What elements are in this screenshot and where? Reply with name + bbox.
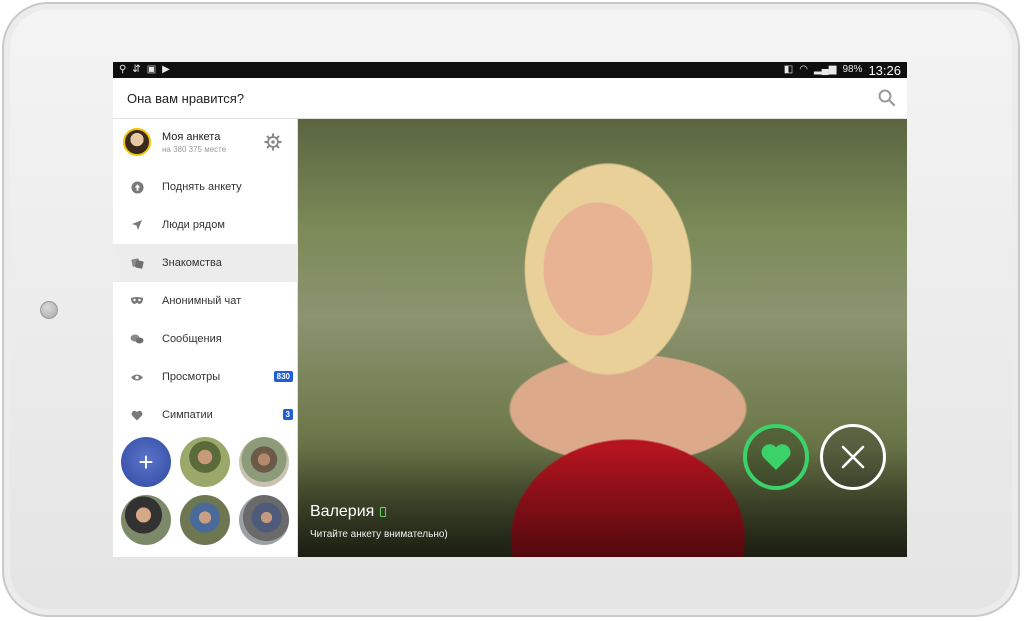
sidebar-item-label: Знакомства: [162, 257, 222, 269]
app-screen: ⚲ ⇵ ▣ ▶ ◧ ◠ ▂▄▆ 98% 13:26 Она вам нравит…: [113, 62, 907, 557]
profile-photo-card[interactable]: Валерия Читайте анкету внимательно): [298, 119, 907, 557]
mask-icon: [130, 294, 144, 308]
arrow-up-circle-icon: [130, 180, 144, 194]
user-thumbnail[interactable]: [180, 437, 230, 487]
close-icon: [841, 445, 865, 469]
tablet-camera: [40, 301, 58, 319]
sidebar-item-anonymous-chat[interactable]: Анонимный чат: [113, 282, 298, 320]
avatar[interactable]: [123, 128, 151, 156]
page-title: Она вам нравится?: [127, 90, 245, 106]
card-user-name: Валерия: [310, 503, 375, 520]
sync-icon: ⇵: [132, 64, 141, 75]
likes-count-badge: 3: [282, 409, 293, 420]
app-bar: Она вам нравится?: [113, 78, 907, 119]
add-photo-button[interactable]: +: [121, 437, 171, 487]
usb-icon: ⚲: [119, 64, 127, 75]
profile-name: Моя анкета: [162, 130, 221, 143]
sidebar: Моя анкета на 380 375 месте Поднять анке…: [113, 119, 298, 557]
clock: 13:26: [868, 62, 901, 78]
chat-bubbles-icon: [130, 332, 144, 346]
sidebar-item-likes[interactable]: Симпатии 3: [113, 396, 298, 434]
cards-icon: [130, 256, 144, 270]
user-thumbnail[interactable]: [121, 495, 171, 545]
search-icon[interactable]: [877, 88, 897, 108]
sidebar-item-messages[interactable]: Сообщения: [113, 320, 298, 358]
heart-icon: [130, 408, 144, 422]
eye-icon: [130, 370, 144, 384]
mobile-phone-icon: [380, 507, 387, 517]
heart-icon: [761, 444, 791, 470]
sidebar-item-nearby[interactable]: Люди рядом: [113, 206, 298, 244]
sidebar-item-views[interactable]: Просмотры 830: [113, 358, 298, 396]
photo-gradient: [298, 449, 907, 557]
sidebar-item-label: Просмотры: [162, 371, 221, 383]
profile-rank: на 380 375 месте: [162, 144, 227, 154]
like-button[interactable]: [743, 424, 809, 490]
nfc-icon: ◧: [783, 64, 794, 75]
card-status-text: Читайте анкету внимательно): [310, 529, 448, 540]
location-arrow-icon: [130, 218, 144, 232]
wifi-icon: ◠: [799, 64, 808, 75]
sidebar-item-dating[interactable]: Знакомства: [113, 244, 298, 282]
user-thumbnail[interactable]: [180, 495, 230, 545]
status-bar: ⚲ ⇵ ▣ ▶ ◧ ◠ ▂▄▆ 98% 13:26: [113, 62, 907, 78]
my-profile[interactable]: Моя анкета на 380 375 месте: [113, 119, 298, 165]
gear-icon[interactable]: [264, 133, 282, 151]
sidebar-item-boost[interactable]: Поднять анкету: [113, 168, 298, 206]
views-count-badge: 830: [273, 371, 293, 382]
sidebar-item-label: Анонимный чат: [162, 295, 242, 307]
image-icon: ▣: [146, 64, 157, 75]
media-icon: ▶: [162, 64, 170, 75]
sidebar-item-label: Люди рядом: [162, 219, 225, 231]
sidebar-item-label: Сообщения: [162, 333, 222, 345]
user-thumbnail[interactable]: [239, 437, 289, 487]
plus-icon: +: [138, 446, 154, 477]
battery-level: 98%: [842, 64, 863, 75]
sidebar-item-label: Поднять анкету: [162, 181, 242, 193]
user-thumbnails: +: [121, 437, 291, 545]
dislike-button[interactable]: [820, 424, 886, 490]
signal-icon: ▂▄▆: [813, 64, 837, 75]
user-thumbnail[interactable]: [239, 495, 289, 545]
sidebar-item-label: Симпатии: [162, 409, 213, 421]
sidebar-menu: Поднять анкету Люди рядом Знакомства Ано…: [113, 168, 298, 434]
